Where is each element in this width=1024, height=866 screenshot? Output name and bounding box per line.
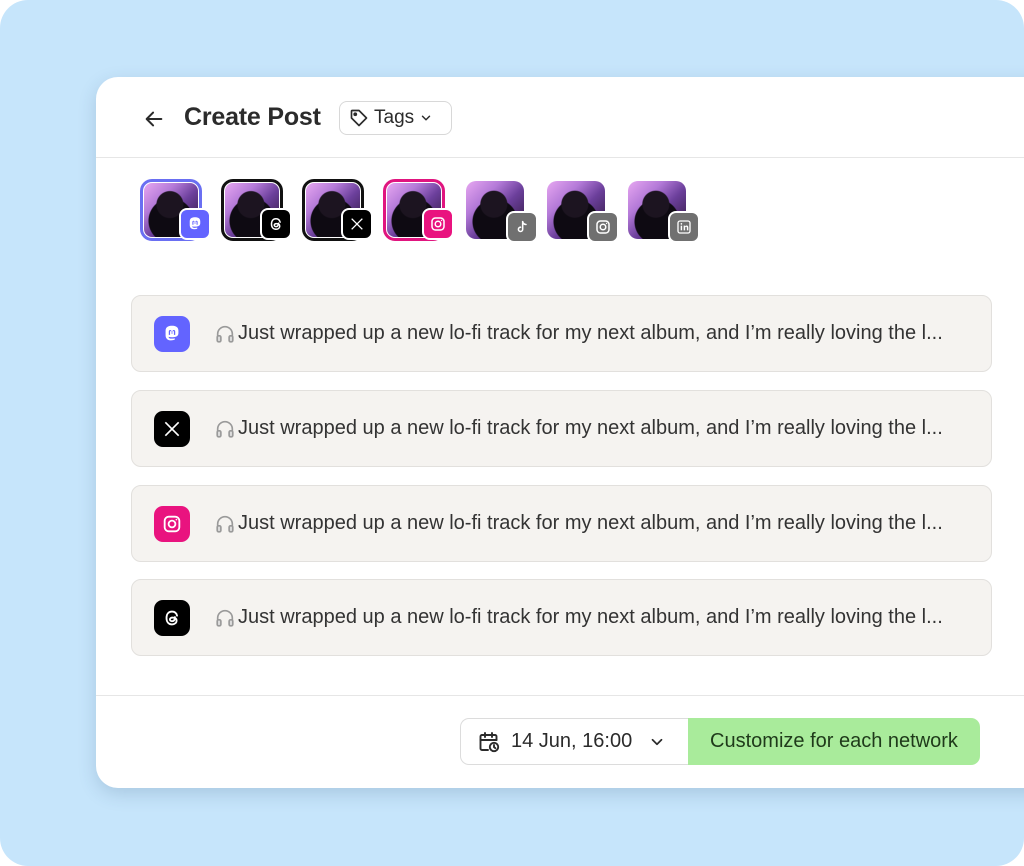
account-avatar-x[interactable]: [302, 179, 373, 241]
x-icon: [341, 208, 373, 240]
account-selector: [140, 179, 720, 243]
tag-icon: [350, 109, 368, 127]
tiktok-icon: [506, 211, 538, 243]
post-preview-text: Just wrapped up a new lo-fi track for my…: [238, 512, 943, 534]
instagram-icon: [154, 506, 190, 542]
schedule-date-label: 14 Jun, 16:00: [511, 730, 633, 752]
mastodon-icon: [179, 208, 211, 240]
panel-header: Create Post Tags: [96, 77, 1024, 158]
account-avatar-mastodon[interactable]: [140, 179, 211, 241]
post-preview-text: Just wrapped up a new lo-fi track for my…: [238, 417, 943, 439]
customize-label: Customize for each network: [710, 730, 958, 752]
post-preview-text: Just wrapped up a new lo-fi track for my…: [238, 322, 943, 344]
create-post-panel: Create Post Tags Just wrapped up a new l…: [96, 77, 1024, 788]
account-avatar-tiktok[interactable]: [464, 179, 538, 243]
tags-label: Tags: [374, 107, 415, 128]
customize-for-each-network-button[interactable]: Customize for each network: [688, 718, 980, 765]
arrow-left-icon: [145, 111, 163, 127]
linkedin-icon: [668, 211, 700, 243]
post-preview-x[interactable]: Just wrapped up a new lo-fi track for my…: [131, 390, 992, 467]
instagram-icon: [422, 208, 454, 240]
instagram-icon: [587, 211, 619, 243]
post-preview-text: Just wrapped up a new lo-fi track for my…: [238, 606, 943, 628]
post-preview-threads[interactable]: Just wrapped up a new lo-fi track for my…: [131, 579, 992, 656]
chevron-down-icon: [421, 115, 431, 121]
account-avatar-instagram[interactable]: [383, 179, 454, 241]
post-preview-mastodon[interactable]: Just wrapped up a new lo-fi track for my…: [131, 295, 992, 372]
account-avatar-threads[interactable]: [221, 179, 292, 241]
back-button[interactable]: [140, 105, 168, 133]
account-avatar-instagram-2[interactable]: [545, 179, 619, 243]
account-avatar-linkedin[interactable]: [626, 179, 700, 243]
schedule-date-picker[interactable]: 14 Jun, 16:00: [460, 718, 690, 765]
page-title: Create Post: [184, 103, 321, 131]
calendar-clock-icon: [479, 731, 500, 752]
footer-divider: [96, 695, 1024, 696]
threads-icon: [154, 600, 190, 636]
headphones-icon: [216, 515, 234, 533]
threads-icon: [260, 208, 292, 240]
headphones-icon: [216, 609, 234, 627]
headphones-icon: [216, 420, 234, 438]
mastodon-icon: [154, 316, 190, 352]
headphones-icon: [216, 325, 234, 343]
tags-dropdown[interactable]: Tags: [339, 101, 452, 135]
chevron-down-icon: [651, 738, 663, 745]
post-preview-instagram[interactable]: Just wrapped up a new lo-fi track for my…: [131, 485, 992, 562]
x-icon: [154, 411, 190, 447]
